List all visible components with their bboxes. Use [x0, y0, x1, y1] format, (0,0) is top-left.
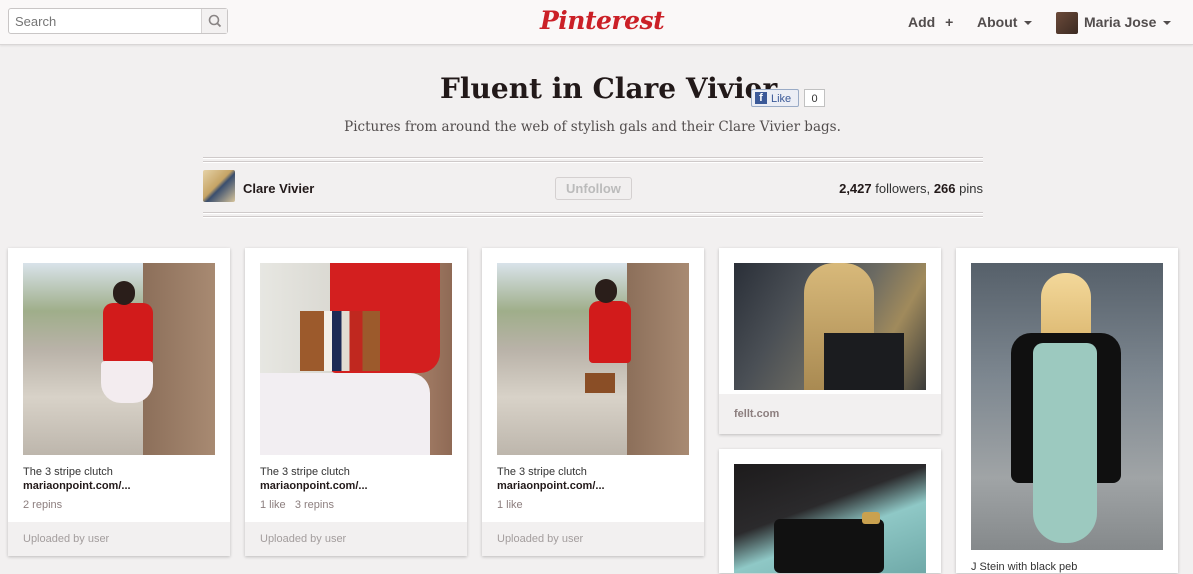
pin-title: The 3 stripe clutch	[260, 466, 350, 478]
caret-down-icon	[1163, 21, 1172, 25]
unfollow-button[interactable]: Unfollow	[555, 177, 632, 200]
pin-description: J Stein with black peb	[971, 560, 1077, 574]
user-avatar[interactable]	[1056, 12, 1078, 34]
pin-image[interactable]	[971, 263, 1163, 550]
divider	[203, 212, 983, 214]
pin-card[interactable]: J Stein with black peb	[956, 248, 1178, 573]
divider	[203, 157, 983, 159]
pin-source-link[interactable]: mariaonpoint.com/...	[497, 479, 605, 493]
board-owner-name[interactable]: Clare Vivier	[243, 181, 314, 196]
pin-card[interactable]: The 3 stripe clutch mariaonpoint.com/...…	[482, 248, 704, 556]
pin-image[interactable]	[734, 464, 926, 573]
user-menu[interactable]: Maria Jose	[1084, 14, 1172, 30]
board-stats: 2,427 followers, 266 pins	[800, 181, 983, 196]
divider	[203, 216, 983, 218]
followers-label: followers,	[875, 181, 931, 196]
followers-count: 2,427	[839, 181, 872, 196]
pin-attribution: Uploaded by user	[482, 522, 704, 556]
search-input[interactable]	[9, 9, 201, 33]
pinterest-logo[interactable]: Pinterest	[540, 4, 665, 38]
pin-stats[interactable]: 1 like 3 repins	[260, 499, 334, 511]
caret-down-icon	[1024, 21, 1033, 25]
search-button[interactable]	[201, 9, 227, 33]
pin-title: The 3 stripe clutch	[497, 466, 587, 478]
pin-title: J Stein with black peb	[971, 561, 1078, 573]
top-nav-bar: Pinterest Add + About Maria Jose	[0, 0, 1193, 45]
pin-image[interactable]	[260, 263, 452, 455]
pin-image[interactable]	[23, 263, 215, 455]
about-menu[interactable]: About	[977, 14, 1033, 30]
pin-description: The 3 stripe clutch mariaonpoint.com/...	[497, 465, 605, 493]
pin-card[interactable]: The 3 stripe clutch mariaonpoint.com/...…	[245, 248, 467, 556]
facebook-like-count: 0	[804, 89, 825, 107]
pins-label: pins	[959, 181, 983, 196]
pin-description: The 3 stripe clutch mariaonpoint.com/...	[23, 465, 131, 493]
pin-attribution: Uploaded by user	[245, 522, 467, 556]
pin-source-link[interactable]: mariaonpoint.com/...	[23, 479, 131, 493]
pin-stats[interactable]: 2 repins	[23, 499, 62, 511]
pins-count: 266	[933, 181, 956, 196]
pin-card[interactable]: The 3 stripe clutch mariaonpoint.com/...…	[8, 248, 230, 556]
user-name: Maria Jose	[1084, 14, 1157, 30]
facebook-like-label: Like	[771, 93, 792, 105]
board-description: Pictures from around the web of stylish …	[344, 119, 841, 135]
pin-description: The 3 stripe clutch mariaonpoint.com/...	[260, 465, 368, 493]
pin-card[interactable]: fellt.com	[719, 248, 941, 434]
pin-source[interactable]: fellt.com	[719, 394, 941, 434]
pin-attribution: Uploaded by user	[8, 522, 230, 556]
add-menu[interactable]: Add +	[908, 14, 953, 30]
board-title: Fluent in Clare Vivier	[440, 72, 778, 105]
pin-source-link[interactable]: mariaonpoint.com/...	[260, 479, 368, 493]
about-label: About	[977, 14, 1018, 30]
plus-icon: +	[945, 14, 954, 30]
facebook-like-button[interactable]: f Like	[751, 89, 799, 107]
pin-card[interactable]	[719, 449, 941, 573]
divider	[203, 161, 983, 163]
pin-stats[interactable]: 1 like	[497, 499, 523, 511]
search-icon	[208, 14, 222, 28]
owner-avatar[interactable]	[203, 170, 235, 202]
pin-image[interactable]	[734, 263, 926, 390]
facebook-icon: f	[755, 92, 767, 104]
add-label: Add	[908, 14, 936, 30]
pin-title: The 3 stripe clutch	[23, 466, 113, 478]
pin-image[interactable]	[497, 263, 689, 455]
search-box[interactable]	[8, 8, 228, 34]
